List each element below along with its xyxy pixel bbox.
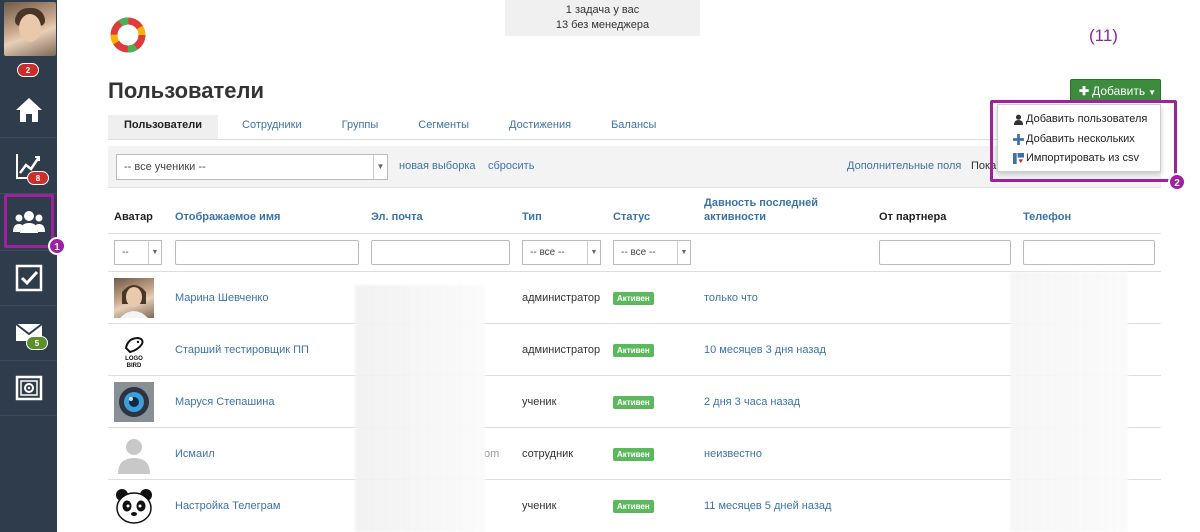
table-row[interactable]: LOGO BIRD Старший тестировщик ПП админис… xyxy=(108,323,1161,375)
sidebar-item-stats[interactable] xyxy=(0,140,57,192)
status-filter-select[interactable]: -- все -- ▼ xyxy=(613,240,691,265)
sidebar-item-tasks[interactable] xyxy=(0,252,57,304)
user-type: администратор xyxy=(522,292,601,304)
add-button-label: Добавить xyxy=(1092,84,1146,98)
notice-line-tasks: 1 задача у вас xyxy=(565,4,640,16)
type-filter-select[interactable]: -- все -- ▼ xyxy=(522,240,601,265)
user-name-link[interactable]: Настройка Телеграм xyxy=(175,480,280,532)
column-header-partner: От партнера xyxy=(879,211,947,223)
annotation-number-2: 2 xyxy=(1168,173,1186,191)
column-header-avatar: Аватар xyxy=(114,211,153,223)
column-header-name[interactable]: Отображаемое имя xyxy=(175,210,280,224)
avatar[interactable] xyxy=(114,434,154,474)
avatar[interactable]: LOGO BIRD xyxy=(114,330,154,370)
last-activity: только что xyxy=(704,292,758,304)
extra-fields-link[interactable]: Дополнительные поля xyxy=(847,160,961,172)
chevron-down-icon: ▼ xyxy=(148,241,161,264)
annotation-highlight-users xyxy=(4,194,54,248)
panda-icon xyxy=(116,489,152,524)
chevron-down-icon: ▼ xyxy=(587,241,600,264)
school-logo-icon[interactable] xyxy=(108,16,148,54)
column-filter-row: -- ▼ -- все -- ▼ -- все -- ▼ xyxy=(108,233,1161,271)
last-activity: 10 месяцев 3 дня назад xyxy=(704,344,826,356)
page-title: Пользователи xyxy=(108,78,265,103)
last-activity: неизвестно xyxy=(704,448,762,460)
annotation-highlight-dropdown xyxy=(990,100,1177,182)
reset-link[interactable]: сбросить xyxy=(488,160,534,172)
avatar-notification-badge: 2 xyxy=(17,63,39,77)
column-header-phone[interactable]: Телефон xyxy=(1023,210,1071,224)
sidebar: 2 8 5 xyxy=(0,0,57,532)
avatar[interactable] xyxy=(114,382,154,422)
safe-icon xyxy=(15,375,42,401)
user-type: ученик xyxy=(522,500,557,512)
default-user-icon xyxy=(118,439,150,474)
plus-icon: ✚ xyxy=(1079,84,1090,98)
tasks-notice[interactable]: 1 задача у вас 13 без менеджера xyxy=(505,0,700,36)
user-type: администратор xyxy=(522,344,601,356)
user-type: сотрудник xyxy=(522,448,574,460)
avatar[interactable] xyxy=(114,278,154,318)
user-name-link[interactable]: Марина Шевченко xyxy=(175,272,268,324)
chevron-down-icon: ▼ xyxy=(677,241,690,264)
checkbox-icon xyxy=(15,264,42,292)
tab-users[interactable]: Пользователи xyxy=(108,115,219,139)
tab-balances[interactable]: Балансы xyxy=(595,115,672,139)
home-icon xyxy=(15,98,42,122)
phone-filter-input[interactable] xyxy=(1023,240,1155,265)
user-name-link[interactable]: Маруся Степашина xyxy=(175,376,275,428)
table-row[interactable]: Марина Шевченко администратор Активен то… xyxy=(108,271,1161,323)
caret-down-icon: ▼ xyxy=(1148,88,1157,97)
tabs: Пользователи Сотрудники Группы Сегменты … xyxy=(108,115,680,139)
sidebar-item-safe[interactable] xyxy=(0,362,57,414)
status-badge: Активен xyxy=(613,343,654,357)
new-selection-link[interactable]: новая выборка xyxy=(399,160,476,172)
column-header-status[interactable]: Статус xyxy=(613,210,650,224)
phone-privacy-blur xyxy=(1010,272,1128,532)
svg-text:LOGO: LOGO xyxy=(125,356,143,362)
tab-segments[interactable]: Сегменты xyxy=(402,115,485,139)
partner-filter-input[interactable] xyxy=(879,240,1011,265)
svg-text:BIRD: BIRD xyxy=(127,363,142,369)
user-type: ученик xyxy=(522,396,557,408)
app-root: 2 8 5 1 1 задача у вас 13 без менеджера … xyxy=(0,0,1200,532)
tab-achievements[interactable]: Достижения xyxy=(493,115,587,139)
tab-groups[interactable]: Группы xyxy=(326,115,395,139)
status-badge: Активен xyxy=(613,447,654,461)
table-row[interactable]: Исмаил om сотрудник Активен неизвестно xyxy=(108,427,1161,479)
name-filter-input[interactable] xyxy=(175,240,359,265)
email-filter-input[interactable] xyxy=(371,240,510,265)
sidebar-item-mail[interactable] xyxy=(0,306,57,358)
sidebar-item-home[interactable] xyxy=(0,84,57,136)
email-privacy-blur xyxy=(355,285,485,532)
email-tail: om xyxy=(484,448,500,460)
user-avatar[interactable] xyxy=(4,2,56,56)
tab-employees[interactable]: Сотрудники xyxy=(226,115,318,139)
column-header-type[interactable]: Тип xyxy=(522,210,542,224)
status-badge: Активен xyxy=(613,499,654,513)
status-badge: Активен xyxy=(613,395,654,409)
mail-badge: 5 xyxy=(26,336,48,350)
last-activity: 2 дня 3 часа назад xyxy=(704,396,801,408)
user-name-link[interactable]: Старший тестировщик ПП xyxy=(175,324,309,376)
chevron-down-icon: ▼ xyxy=(373,155,387,179)
annotation-number-1: 1 xyxy=(48,237,66,255)
logo-bird-icon: LOGO BIRD xyxy=(124,336,144,369)
notice-line-managers: 13 без менеджера xyxy=(555,19,650,31)
table-row[interactable]: Маруся Степашина ученик Активен 2 дня 3 … xyxy=(108,375,1161,427)
avatar-filter-select[interactable]: -- ▼ xyxy=(114,240,162,265)
column-header-email[interactable]: Эл. почта xyxy=(371,210,423,224)
stats-badge: 8 xyxy=(27,171,49,185)
table-row[interactable]: Настройка Телеграм ученик Активен 11 мес… xyxy=(108,479,1161,531)
last-activity: 11 месяцев 5 дней назад xyxy=(704,500,832,512)
user-name-link[interactable]: Исмаил xyxy=(175,428,215,480)
annotation-counter: (11) xyxy=(1089,26,1118,45)
column-header-activity[interactable]: Давность последней активности xyxy=(704,196,818,224)
status-badge: Активен xyxy=(613,291,654,305)
segment-select[interactable]: -- все ученики -- ▼ xyxy=(116,154,388,180)
avatar[interactable] xyxy=(114,486,154,526)
